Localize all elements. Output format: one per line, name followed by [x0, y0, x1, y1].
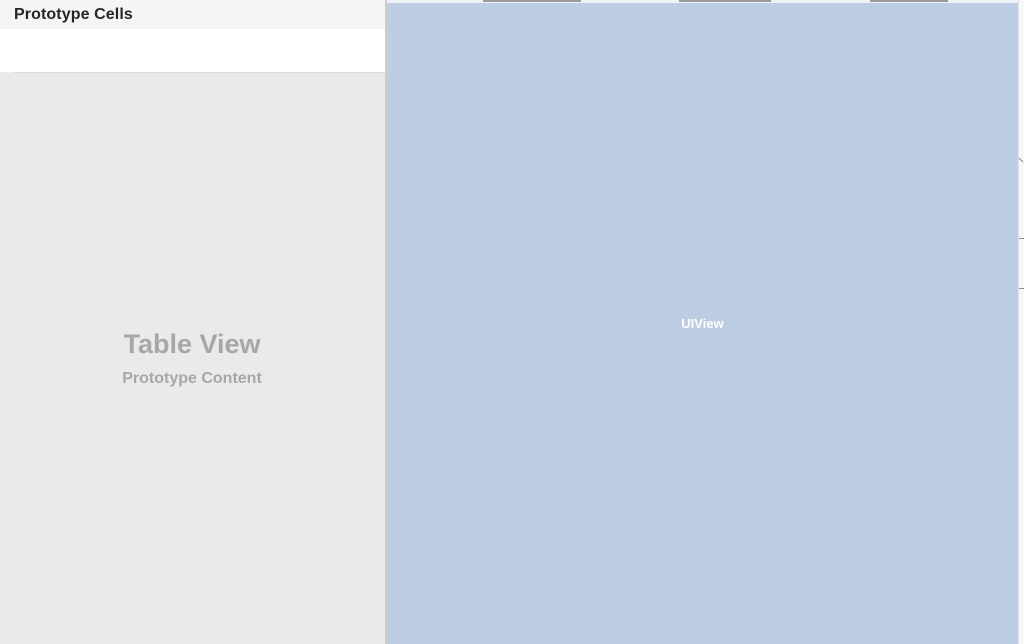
table-view-placeholder-title: Table View: [123, 329, 261, 359]
canvas-right-gutter: [1018, 0, 1024, 644]
table-view[interactable]: Prototype Cells Table View Prototype Con…: [0, 0, 386, 644]
ui-view-label: UIView: [681, 316, 724, 331]
top-edge-tick: [483, 0, 581, 2]
gutter-mark: [1019, 238, 1024, 239]
storyboard-canvas: Prototype Cells Table View Prototype Con…: [0, 0, 1024, 644]
prototype-cell[interactable]: [0, 29, 386, 72]
gutter-mark: [1019, 288, 1024, 289]
chevron-right-icon: [1018, 154, 1024, 164]
table-view-placeholder-subtitle: Prototype Content: [122, 370, 262, 387]
prototype-cells-label: Prototype Cells: [14, 6, 133, 23]
top-edge-tick: [870, 0, 948, 2]
ui-view[interactable]: UIView: [387, 3, 1018, 644]
cell-separator: [14, 72, 386, 73]
prototype-cells-header: Prototype Cells: [0, 0, 386, 29]
top-edge-tick: [679, 0, 771, 2]
